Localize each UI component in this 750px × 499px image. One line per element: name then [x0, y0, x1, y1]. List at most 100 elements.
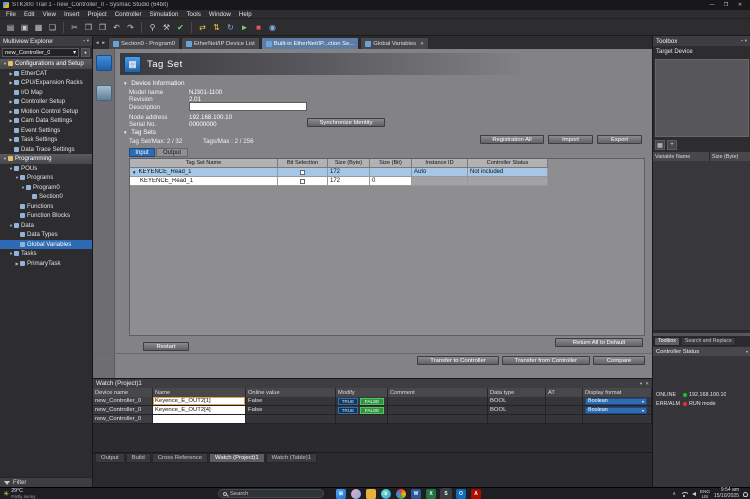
- comment-cell[interactable]: [388, 406, 488, 415]
- column-online-value[interactable]: Online value: [246, 388, 336, 397]
- paste-icon[interactable]: ❒: [96, 21, 109, 34]
- sidebar-item-pous[interactable]: ▼ POUs: [0, 164, 92, 174]
- menu-view[interactable]: View: [39, 11, 60, 18]
- registration-all-button[interactable]: Registration All: [480, 135, 544, 144]
- set-false-button[interactable]: FALSE: [360, 407, 384, 414]
- tab-cross-reference[interactable]: Cross Reference: [152, 453, 208, 463]
- clock[interactable]: 9:54 am 15/10/2025: [714, 488, 739, 499]
- tab-built-in-ethernet-ip-connection-settings[interactable]: Built-in EtherNet/IP...ction Se...: [261, 37, 359, 49]
- display-format-dropdown[interactable]: Boolean▾: [585, 398, 647, 405]
- go-online-icon[interactable]: ⇄: [196, 21, 209, 34]
- tag-set-page-icon[interactable]: [96, 85, 112, 101]
- tag-sets-header[interactable]: ▼ Tag Sets: [123, 129, 156, 136]
- sidebar-item-controller-setup[interactable]: ▶ Controller Setup: [0, 97, 92, 107]
- compare-button[interactable]: Compare: [593, 356, 645, 365]
- sysmac-studio-taskbar-icon[interactable]: S: [441, 489, 451, 499]
- bit-selection-checkbox[interactable]: [300, 179, 305, 184]
- sidebar-item-global-variables[interactable]: Global Variables: [0, 240, 92, 250]
- menu-help[interactable]: Help: [235, 11, 256, 18]
- cut-icon[interactable]: ✂: [68, 21, 81, 34]
- column-variable-name[interactable]: Variable Name: [653, 152, 710, 161]
- device-settings-button[interactable]: ●: [81, 48, 90, 57]
- search-icon[interactable]: ⚲: [146, 21, 159, 34]
- sidebar-item-cam-data-settings[interactable]: ▶ Cam Data Settings: [0, 116, 92, 126]
- input-tab[interactable]: Input: [129, 148, 155, 157]
- menu-tools[interactable]: Tools: [182, 11, 204, 18]
- comment-cell[interactable]: [388, 415, 488, 424]
- column-device-name[interactable]: Device name: [93, 388, 153, 397]
- tab-watch-project1[interactable]: Watch (Project)1: [209, 453, 265, 463]
- output-tab[interactable]: Output: [156, 148, 188, 157]
- save-icon[interactable]: ▦: [32, 21, 45, 34]
- close-button[interactable]: ✕: [733, 0, 747, 10]
- monitor-icon[interactable]: ◉: [266, 21, 279, 34]
- column-name[interactable]: Name: [153, 388, 246, 397]
- sidebar-item-ethercat[interactable]: ▶ EtherCAT: [0, 69, 92, 79]
- chrome-browser-icon[interactable]: [396, 489, 406, 499]
- tab-scroll-left-icon[interactable]: ◄: [95, 40, 99, 45]
- pin-icon[interactable]: ▪: [741, 38, 743, 44]
- sidebar-item-data[interactable]: ▼ Data: [0, 221, 92, 231]
- sidebar-item-primarytask[interactable]: ▶ PrimaryTask: [0, 259, 92, 269]
- import-button[interactable]: Import: [548, 135, 593, 144]
- stop-icon[interactable]: ■: [252, 21, 265, 34]
- weather-widget[interactable]: ☀ 29°C Partly sunny: [3, 489, 35, 499]
- column-size-bit[interactable]: Size (Bit): [370, 159, 412, 168]
- tab-search-and-replace[interactable]: Search and Replace: [681, 337, 736, 346]
- wifi-icon[interactable]: [680, 491, 688, 498]
- column-controller-status[interactable]: Controller Status: [468, 159, 548, 168]
- tab-global-variables[interactable]: Global Variables ✕: [360, 37, 429, 49]
- transfer-to-controller-button[interactable]: Transfer to Controller: [417, 356, 499, 365]
- comment-cell[interactable]: [388, 397, 488, 406]
- sidebar-item-data-types[interactable]: Data Types: [0, 230, 92, 240]
- tab-toolbox[interactable]: Toolbox: [654, 337, 680, 346]
- run-mode-icon[interactable]: ►: [238, 21, 251, 34]
- set-false-button[interactable]: FALSE: [360, 398, 384, 405]
- copy-icon[interactable]: ❐: [82, 21, 95, 34]
- size-bit-cell[interactable]: 0: [370, 177, 412, 186]
- table-row[interactable]: ▼KEYENCE_Read_1 172 Auto Not included: [130, 168, 644, 177]
- outlook-icon[interactable]: O: [456, 489, 466, 499]
- variable-name-cell[interactable]: Keyence_E_OUT2[1]: [153, 397, 246, 406]
- menu-project[interactable]: Project: [83, 11, 110, 18]
- word-icon[interactable]: W: [411, 489, 421, 499]
- variable-name-input[interactable]: [153, 415, 246, 424]
- column-comment[interactable]: Comment: [388, 388, 488, 397]
- column-instance-id[interactable]: Instance ID: [412, 159, 468, 168]
- sidebar-item-task-settings[interactable]: ▶ Task Settings: [0, 135, 92, 145]
- sidebar-item-data-trace-settings[interactable]: Data Trace Settings: [0, 145, 92, 155]
- close-panel-icon[interactable]: ✕: [645, 381, 649, 387]
- menu-window[interactable]: Window: [205, 11, 235, 18]
- print-icon[interactable]: ❏: [46, 21, 59, 34]
- tag-name-cell[interactable]: KEYENCE_Read_1: [130, 177, 278, 186]
- add-variable-icon[interactable]: +: [667, 140, 677, 150]
- device-selector[interactable]: new_Controller_0 ▾: [2, 48, 79, 57]
- set-true-button[interactable]: TRUE: [338, 398, 358, 405]
- column-modify[interactable]: Modify: [336, 388, 388, 397]
- bit-selection-checkbox[interactable]: [300, 170, 305, 175]
- device-information-header[interactable]: ▼ Device Information: [123, 80, 185, 87]
- watch-row[interactable]: new_Controller_0: [93, 415, 652, 424]
- excel-icon[interactable]: X: [426, 489, 436, 499]
- menu-insert[interactable]: Insert: [60, 11, 83, 18]
- column-size-byte[interactable]: Size (Byte): [710, 152, 750, 161]
- tab-section0-program0[interactable]: Section0 - Program0: [108, 37, 180, 49]
- sidebar-section-configurations-setup[interactable]: ▼ Configurations and Setup: [0, 59, 92, 69]
- synchronize-identity-button[interactable]: Synchronize Identity: [307, 118, 385, 127]
- tab-build[interactable]: Build: [126, 453, 151, 463]
- toolbox-variable-list[interactable]: [653, 161, 750, 331]
- column-at[interactable]: AT: [546, 388, 583, 397]
- size-byte-cell[interactable]: 172: [328, 168, 370, 177]
- sidebar-item-function-blocks[interactable]: Function Blocks: [0, 211, 92, 221]
- panel-menu-arrow-icon[interactable]: ▾: [640, 381, 642, 387]
- tab-output[interactable]: Output: [95, 453, 125, 463]
- start-button[interactable]: ⊞: [336, 489, 346, 499]
- row-expander-icon[interactable]: ▼: [132, 170, 136, 175]
- sidebar-item-io-map[interactable]: I/O Map: [0, 88, 92, 98]
- watch-panel-titlebar[interactable]: Watch (Project)1 ▾ ✕: [93, 379, 652, 388]
- undo-icon[interactable]: ↶: [110, 21, 123, 34]
- menu-simulation[interactable]: Simulation: [146, 11, 183, 18]
- taskbar-search[interactable]: Search: [218, 489, 324, 498]
- column-tag-set-name[interactable]: Tag Set Name: [130, 159, 278, 168]
- pin-icon[interactable]: ▪: [83, 38, 85, 44]
